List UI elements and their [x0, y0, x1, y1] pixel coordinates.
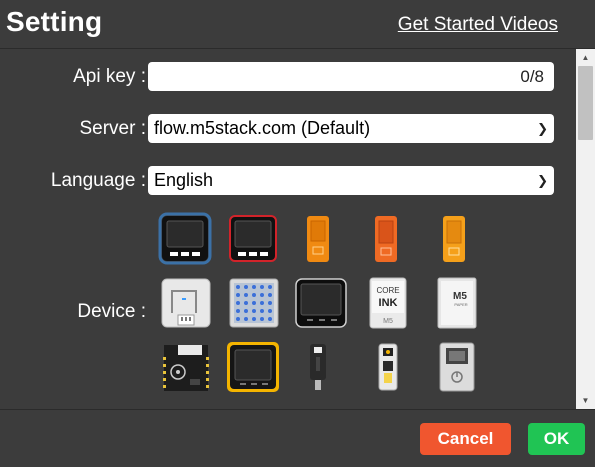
- core2-aws-icon[interactable]: [222, 339, 284, 395]
- ok-button[interactable]: OK: [528, 423, 585, 455]
- language-select[interactable]: English ❯: [148, 166, 554, 195]
- m5stickc-plus2-icon[interactable]: [426, 211, 488, 267]
- core2-icon[interactable]: [290, 275, 352, 331]
- server-select[interactable]: flow.m5stack.com (Default) ❯: [148, 114, 554, 143]
- server-selected-value: flow.m5stack.com (Default): [154, 118, 371, 138]
- settings-content: Api key : 0/8 Server : flow.m5stack.com …: [0, 49, 574, 409]
- api-key-row: Api key : 0/8: [0, 62, 574, 92]
- coreink-ink-text: INK: [379, 297, 398, 309]
- language-selected-value: English: [154, 170, 214, 190]
- api-key-counter: 0/8: [520, 67, 544, 86]
- settings-dialog: Setting Get Started Videos Api key : 0/8…: [0, 0, 595, 467]
- coreink-icon[interactable]: CORE INK M5: [358, 275, 420, 331]
- m5paper-icon[interactable]: M5 PAPER: [426, 275, 488, 331]
- coreink-brand-text: M5: [383, 318, 393, 325]
- get-started-videos-link[interactable]: Get Started Videos: [398, 14, 558, 36]
- atom-lite-icon[interactable]: [154, 275, 216, 331]
- atom-s3-icon[interactable]: [290, 339, 352, 395]
- atom-matrix-icon[interactable]: [222, 275, 284, 331]
- chevron-down-icon: ❯: [537, 173, 548, 188]
- stamp-pico-icon[interactable]: [154, 339, 216, 395]
- api-key-label: Api key :: [73, 66, 146, 87]
- m5stickc-plus-icon[interactable]: [358, 211, 420, 267]
- cancel-button[interactable]: Cancel: [420, 423, 511, 455]
- server-label: Server :: [79, 118, 146, 139]
- language-row: Language : English ❯: [0, 166, 574, 196]
- scrollbar[interactable]: ▲ ▼: [576, 49, 595, 409]
- scroll-down-icon[interactable]: ▼: [576, 392, 595, 409]
- language-label: Language :: [50, 170, 146, 191]
- device-grid: CORE INK M5 M5 PAPER: [150, 211, 490, 409]
- scroll-up-icon[interactable]: ▲: [576, 49, 595, 66]
- m5stickc-icon[interactable]: [290, 211, 352, 267]
- station-icon[interactable]: [426, 339, 488, 395]
- server-row: Server : flow.m5stack.com (Default) ❯: [0, 114, 574, 144]
- api-key-input[interactable]: 0/8: [148, 62, 554, 91]
- dialog-title: Setting: [6, 6, 103, 37]
- footer-divider: [0, 409, 595, 410]
- coreink-core-text: CORE: [376, 286, 399, 295]
- atom-echo-icon[interactable]: [358, 339, 420, 395]
- m5paper-model-text: PAPER: [454, 302, 467, 307]
- m5stack-basic-icon[interactable]: [154, 211, 216, 267]
- m5paper-brand-text: M5: [453, 291, 467, 302]
- scrollbar-thumb[interactable]: [578, 66, 593, 140]
- chevron-down-icon: ❯: [537, 121, 548, 136]
- device-label: Device :: [77, 301, 146, 322]
- m5stack-gray-icon[interactable]: [222, 211, 284, 267]
